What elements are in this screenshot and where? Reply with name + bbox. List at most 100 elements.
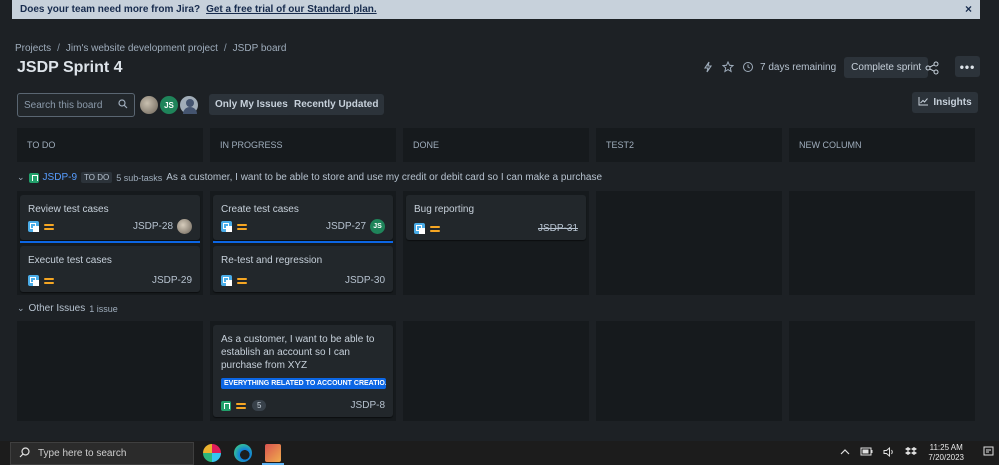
issue-key: JSDP-28 bbox=[132, 221, 173, 232]
search-icon bbox=[118, 98, 128, 112]
card-title: Create test cases bbox=[221, 204, 299, 215]
complete-sprint-button[interactable]: Complete sprint bbox=[844, 56, 929, 78]
subtask-count: 5 sub-tasks bbox=[116, 172, 163, 183]
breadcrumb-separator: / bbox=[223, 43, 227, 54]
insights-label: Insights bbox=[933, 97, 972, 108]
banner-question: Does your team need more from Jira? bbox=[20, 4, 201, 15]
column-header-test2: TEST2 bbox=[596, 128, 782, 162]
subtask-icon bbox=[28, 221, 39, 232]
app-icon[interactable] bbox=[265, 444, 281, 462]
search-icon bbox=[19, 446, 30, 461]
priority-medium-icon bbox=[430, 224, 440, 234]
priority-medium-icon bbox=[44, 276, 54, 286]
issue-card-jsdp-28[interactable]: Review test cases JSDP-28 bbox=[20, 195, 200, 240]
parent-summary: As a customer, I want to be able to stor… bbox=[166, 172, 602, 183]
issue-key: JSDP-8 bbox=[350, 400, 385, 411]
avatar-js[interactable]: JS bbox=[159, 95, 179, 115]
card-title: Review test cases bbox=[28, 204, 109, 215]
time-remaining: 7 days remaining bbox=[760, 61, 837, 73]
story-icon bbox=[221, 400, 231, 411]
breadcrumb-project[interactable]: Jim's website development project bbox=[66, 43, 218, 54]
notifications-icon[interactable] bbox=[983, 446, 994, 460]
subtask-icon bbox=[28, 275, 39, 286]
subtask-icon bbox=[414, 223, 425, 234]
epic-badge[interactable]: EVERYTHING RELATED TO ACCOUNT CREATIO... bbox=[221, 378, 386, 389]
column-header-todo: TO DO bbox=[17, 128, 203, 162]
issue-card-jsdp-27[interactable]: Create test cases JSDP-27 JS bbox=[213, 195, 393, 240]
card-title: Bug reporting bbox=[414, 204, 475, 215]
story-points-badge: 5 bbox=[252, 400, 267, 411]
dropbox-icon[interactable] bbox=[905, 446, 918, 460]
insights-button[interactable]: Insights bbox=[912, 92, 978, 113]
lightning-icon[interactable] bbox=[698, 57, 718, 77]
issue-key: JSDP-29 bbox=[151, 275, 192, 286]
drop-indicator bbox=[20, 241, 200, 243]
edge-icon[interactable] bbox=[234, 444, 252, 462]
column-cell bbox=[17, 321, 203, 421]
trial-link[interactable]: Get a free trial of our Standard plan. bbox=[206, 4, 377, 15]
column-cell bbox=[596, 191, 782, 295]
avatar-unassigned[interactable] bbox=[179, 95, 199, 115]
clock-date: 7/20/2023 bbox=[928, 453, 964, 462]
volume-icon[interactable] bbox=[883, 446, 895, 460]
chevron-down-icon[interactable]: ⌄ bbox=[17, 172, 25, 183]
only-my-issues-button[interactable]: Only My Issues bbox=[209, 94, 294, 115]
assignee-avatar[interactable] bbox=[177, 219, 192, 234]
battery-icon[interactable] bbox=[860, 447, 873, 459]
taskbar-search[interactable]: Type here to search bbox=[10, 442, 194, 465]
column-header-new-column: NEW COLUMN bbox=[789, 128, 975, 162]
column-cell bbox=[789, 321, 975, 421]
issue-key: JSDP-31 bbox=[537, 223, 578, 234]
issue-card-jsdp-29[interactable]: Execute test cases JSDP-29 bbox=[20, 246, 200, 292]
column-header-done: DONE bbox=[403, 128, 589, 162]
column-header-in-progress: IN PROGRESS bbox=[210, 128, 396, 162]
sprint-actions: 7 days remaining Complete sprint bbox=[698, 56, 999, 78]
story-icon bbox=[28, 172, 39, 183]
system-clock[interactable]: 11:25 AM 7/20/2023 bbox=[928, 443, 964, 463]
priority-medium-icon bbox=[44, 222, 54, 232]
chevron-down-icon[interactable]: ⌄ bbox=[17, 303, 25, 314]
column-cell bbox=[596, 321, 782, 421]
card-title: As a customer, I want to be able to esta… bbox=[221, 334, 375, 371]
issue-key: JSDP-27 bbox=[325, 221, 366, 232]
priority-medium-icon bbox=[236, 401, 246, 411]
priority-medium-icon bbox=[237, 222, 247, 232]
share-icon[interactable] bbox=[922, 58, 942, 78]
drop-indicator bbox=[213, 241, 393, 243]
clock-icon bbox=[738, 57, 758, 77]
taskbar-search-placeholder: Type here to search bbox=[38, 448, 127, 459]
upgrade-banner: Does your team need more from Jira? Get … bbox=[12, 0, 980, 19]
issue-count: 1 issue bbox=[89, 303, 118, 314]
avatar-photo[interactable] bbox=[139, 95, 159, 115]
breadcrumb-separator: / bbox=[57, 43, 60, 54]
more-button[interactable]: ••• bbox=[955, 56, 980, 77]
chart-icon bbox=[918, 96, 929, 109]
slack-icon[interactable] bbox=[203, 444, 221, 462]
recently-updated-button[interactable]: Recently Updated bbox=[288, 94, 385, 115]
subtask-icon bbox=[221, 221, 232, 232]
parent-issue-key[interactable]: JSDP-9 bbox=[43, 172, 77, 183]
issue-card-jsdp-30[interactable]: Re-test and regression JSDP-30 bbox=[213, 246, 393, 292]
swimlane-jsdp-9[interactable]: ⌄ JSDP-9 TO DO 5 sub-tasks As a customer… bbox=[17, 172, 602, 183]
star-icon[interactable] bbox=[718, 57, 738, 77]
system-tray: 11:25 AM 7/20/2023 bbox=[835, 441, 999, 465]
swimlane-other-issues[interactable]: ⌄ Other Issues 1 issue bbox=[17, 303, 118, 314]
chevron-up-icon[interactable] bbox=[840, 448, 850, 459]
breadcrumb-projects[interactable]: Projects bbox=[15, 43, 51, 54]
windows-taskbar: Type here to search 11:25 AM 7/20/2023 bbox=[0, 441, 999, 465]
assignee-avatar[interactable]: JS bbox=[370, 219, 385, 234]
status-badge: TO DO bbox=[81, 172, 113, 183]
column-cell bbox=[403, 321, 589, 421]
close-icon[interactable]: × bbox=[965, 2, 972, 16]
search-placeholder: Search this board bbox=[24, 99, 103, 111]
swimlane-label: Other Issues bbox=[28, 303, 86, 314]
breadcrumb-board[interactable]: JSDP board bbox=[233, 43, 287, 54]
issue-card-jsdp-31[interactable]: Bug reporting JSDP-31 bbox=[406, 195, 586, 240]
clock-time: 11:25 AM bbox=[929, 443, 963, 452]
issue-key: JSDP-30 bbox=[344, 275, 385, 286]
issue-card-jsdp-8[interactable]: As a customer, I want to be able to esta… bbox=[213, 325, 393, 417]
search-input[interactable]: Search this board bbox=[17, 93, 135, 117]
breadcrumb: Projects / Jim's website development pro… bbox=[15, 43, 286, 54]
column-cell bbox=[789, 191, 975, 295]
card-title: Execute test cases bbox=[28, 255, 112, 266]
